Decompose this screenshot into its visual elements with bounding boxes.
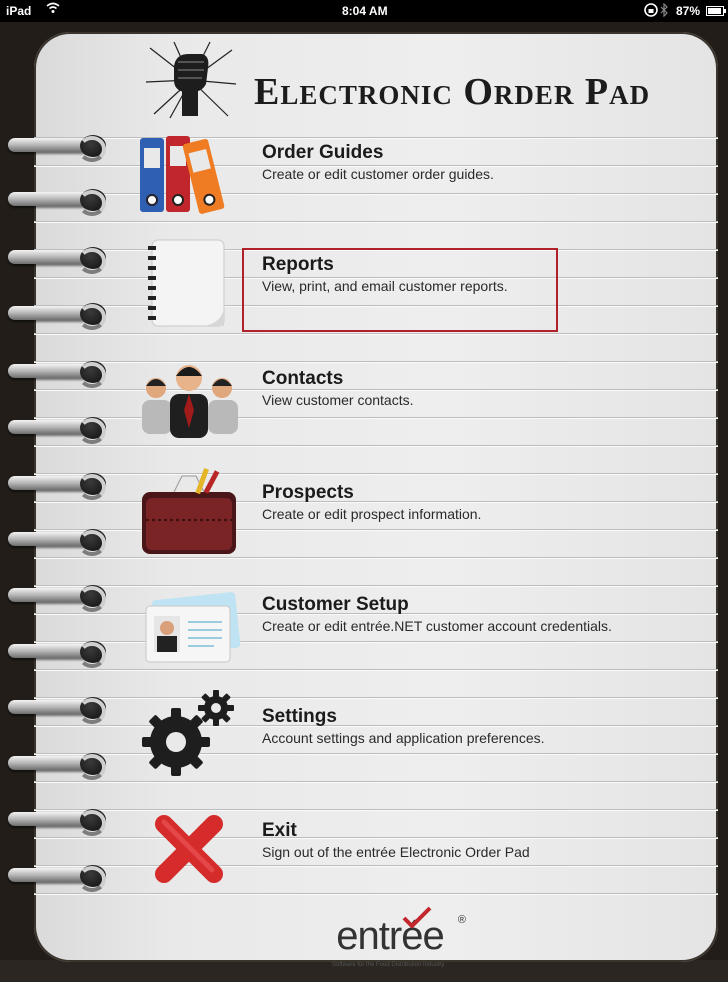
brand-tagline: Software for the Food Distribution Indus… bbox=[332, 962, 445, 968]
menu-item-customer-setup[interactable]: Customer Setup Create or edit entrée.NET… bbox=[134, 574, 694, 668]
menu-item-description: Create or edit customer order guides. bbox=[262, 166, 494, 182]
menu-item-label: Contacts bbox=[262, 368, 344, 389]
spiral-ring bbox=[0, 414, 110, 444]
spiral-ring bbox=[0, 300, 110, 330]
battery-percent: 87% bbox=[676, 4, 701, 18]
checkmark-icon bbox=[402, 906, 432, 928]
app-screen: Electronic Order Pad Order Guides Create… bbox=[0, 22, 728, 968]
brand-name: entrée bbox=[336, 914, 444, 958]
spiral-ring bbox=[0, 862, 110, 892]
menu-item-description: Sign out of the entrée Electronic Order … bbox=[262, 844, 530, 860]
spiral-ring bbox=[0, 806, 110, 836]
menu-item-label: Settings bbox=[262, 706, 337, 727]
menu-item-label: Exit bbox=[262, 820, 297, 841]
spiral-ring bbox=[0, 186, 110, 216]
menu-item-label: Customer Setup bbox=[262, 594, 409, 615]
status-bar: iPad 8:04 AM 87% bbox=[0, 0, 728, 22]
selection-highlight bbox=[242, 248, 558, 332]
menu-item-label: Prospects bbox=[262, 482, 354, 503]
red-x-icon bbox=[134, 800, 244, 894]
spiral-ring bbox=[0, 750, 110, 780]
menu-item-label: Order Guides bbox=[262, 142, 384, 163]
app-header: Electronic Order Pad bbox=[140, 40, 700, 119]
menu-item-description: Account settings and application prefere… bbox=[262, 730, 545, 746]
menu-item-exit[interactable]: Exit Sign out of the entrée Electronic O… bbox=[134, 800, 694, 894]
battery-icon bbox=[706, 5, 726, 19]
people-icon bbox=[134, 348, 244, 442]
spiral-ring bbox=[0, 526, 110, 556]
menu-item-description: Create or edit entrée.NET customer accou… bbox=[262, 618, 612, 634]
menu-item-order-guides[interactable]: Order Guides Create or edit customer ord… bbox=[134, 122, 694, 216]
menu-item-description: Create or edit prospect information. bbox=[262, 506, 482, 522]
lightning-fist-logo-icon bbox=[144, 40, 238, 120]
device-label: iPad bbox=[6, 4, 32, 18]
entree-logo: entrée ® Software for the Food Distribut… bbox=[312, 906, 472, 982]
notebook-icon bbox=[134, 234, 244, 328]
wifi-icon bbox=[46, 2, 60, 17]
menu-item-prospects[interactable]: Prospects Create or edit prospect inform… bbox=[134, 462, 694, 556]
gear-icon bbox=[134, 686, 244, 780]
spiral-ring bbox=[0, 638, 110, 668]
lock-rotation-icon bbox=[644, 3, 658, 20]
spiral-ring bbox=[0, 132, 110, 162]
menu-item-contacts[interactable]: Contacts View customer contacts. bbox=[134, 348, 694, 442]
spiral-ring bbox=[0, 470, 110, 500]
spiral-ring bbox=[0, 244, 110, 274]
menu-item-description: View customer contacts. bbox=[262, 392, 414, 408]
id-card-icon bbox=[134, 574, 244, 668]
spiral-ring bbox=[0, 582, 110, 612]
registered-mark: ® bbox=[457, 914, 466, 926]
bluetooth-icon bbox=[660, 2, 668, 20]
page-title: Electronic Order Pad bbox=[254, 71, 651, 113]
menu-item-settings[interactable]: Settings Account settings and applicatio… bbox=[134, 686, 694, 780]
spiral-ring bbox=[0, 358, 110, 388]
briefcase-icon bbox=[134, 462, 244, 556]
clock: 8:04 AM bbox=[342, 4, 388, 18]
spiral-ring bbox=[0, 694, 110, 724]
binders-icon bbox=[134, 122, 244, 216]
